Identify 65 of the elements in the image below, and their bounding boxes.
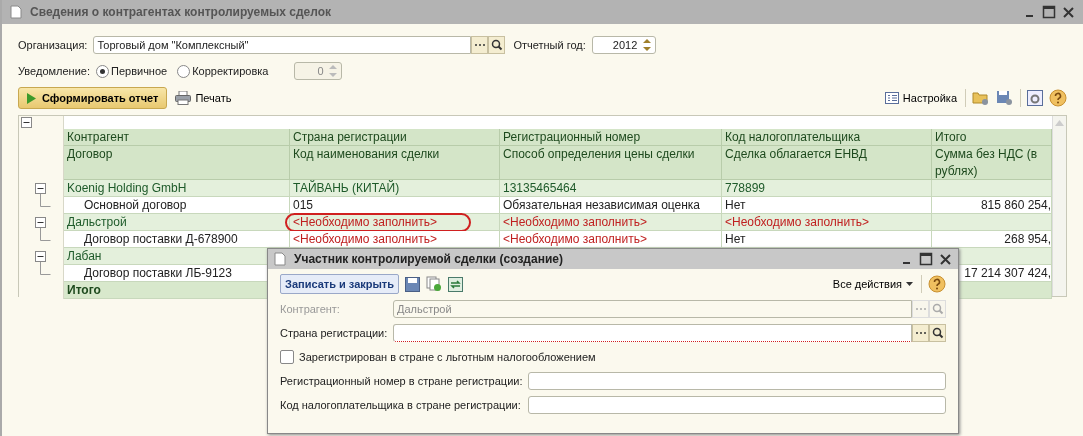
search-icon — [490, 39, 503, 51]
help-icon[interactable] — [1049, 89, 1067, 107]
play-icon — [27, 92, 36, 104]
document-icon — [10, 5, 22, 19]
year-label: Отчетный год: — [513, 39, 586, 51]
column-header: Код налогоплательщика — [722, 129, 932, 146]
dialog-title: Участник контролируемой сделки (создание) — [294, 252, 563, 266]
save-gear-icon[interactable] — [996, 90, 1014, 106]
save-and-close-button[interactable]: Записать и закрыть — [280, 274, 400, 294]
window-title: Сведения о контрагентах контролируемых сделок — [30, 5, 332, 19]
document-icon — [274, 252, 286, 266]
collapse-icon[interactable] — [35, 251, 46, 262]
column-header: Контрагент — [64, 129, 290, 146]
select-button[interactable] — [912, 324, 929, 342]
ellipsis-icon — [914, 331, 927, 335]
collapse-icon[interactable] — [35, 183, 46, 194]
all-actions-button[interactable]: Все действия — [830, 278, 915, 290]
generate-report-button[interactable]: Сформировать отчет — [18, 87, 168, 109]
scroll-bar[interactable] — [1052, 116, 1066, 296]
close-icon[interactable] — [939, 252, 952, 266]
search-icon — [931, 303, 944, 315]
radio-option[interactable]: Первичное — [96, 64, 168, 78]
column-header: Регистрационный номер — [500, 129, 722, 146]
settings-icon[interactable] — [1027, 90, 1043, 106]
checkbox-option[interactable]: Зарегистрирован в стране с льготным налогообложением — [280, 345, 946, 369]
print-button[interactable]: Печать — [173, 91, 234, 105]
column-header: Способ определения цены сделки — [500, 146, 722, 180]
column-header: Сделка облагается ЕНВД — [722, 146, 932, 180]
close-icon[interactable] — [1062, 5, 1075, 19]
search-icon — [931, 327, 944, 339]
input-field[interactable] — [528, 372, 946, 390]
settings-button[interactable]: Настройка — [882, 92, 959, 104]
field-label: Код налогоплательщика в стране регистрации: — [280, 399, 522, 411]
folder-gear-icon[interactable] — [972, 90, 990, 106]
copy-add-icon[interactable] — [426, 276, 443, 292]
ellipsis-icon — [914, 307, 927, 311]
column-header: Итого — [932, 129, 1052, 146]
help-icon[interactable] — [928, 275, 946, 293]
select-field[interactable] — [393, 324, 912, 342]
column-header: Страна регистрации — [290, 129, 500, 146]
collapse-icon[interactable] — [35, 217, 46, 228]
maximize-icon[interactable] — [1042, 5, 1056, 19]
year-field[interactable]: 2012 — [591, 36, 656, 54]
printer-icon — [175, 91, 192, 105]
notice-label: Уведомление: — [18, 65, 90, 77]
organization-label: Организация: — [18, 39, 88, 51]
field-label: Страна регистрации: — [280, 327, 389, 339]
list-icon — [884, 92, 899, 104]
select-button[interactable] — [471, 36, 489, 54]
refresh-icon[interactable] — [448, 276, 464, 292]
organization-field[interactable]: Торговый дом "Комплексный" — [93, 36, 472, 54]
field-label: Контрагент: — [280, 303, 341, 315]
search-button[interactable] — [929, 324, 946, 342]
spin-icon[interactable] — [641, 37, 652, 53]
column-header: Код наименования сделки — [290, 146, 500, 180]
ellipsis-icon — [473, 43, 486, 47]
field-label: Регистрационный номер в стране регистрации: — [280, 375, 524, 387]
search-button[interactable] — [488, 36, 506, 54]
column-header: Договор — [64, 146, 290, 180]
collapse-icon[interactable] — [21, 117, 32, 128]
save-icon[interactable] — [405, 276, 421, 292]
maximize-icon[interactable] — [919, 252, 933, 266]
column-header: Сумма без НДС (в рублях) — [932, 146, 1052, 180]
input-field[interactable] — [528, 396, 946, 414]
radio-option[interactable]: Корректировка — [177, 64, 269, 78]
